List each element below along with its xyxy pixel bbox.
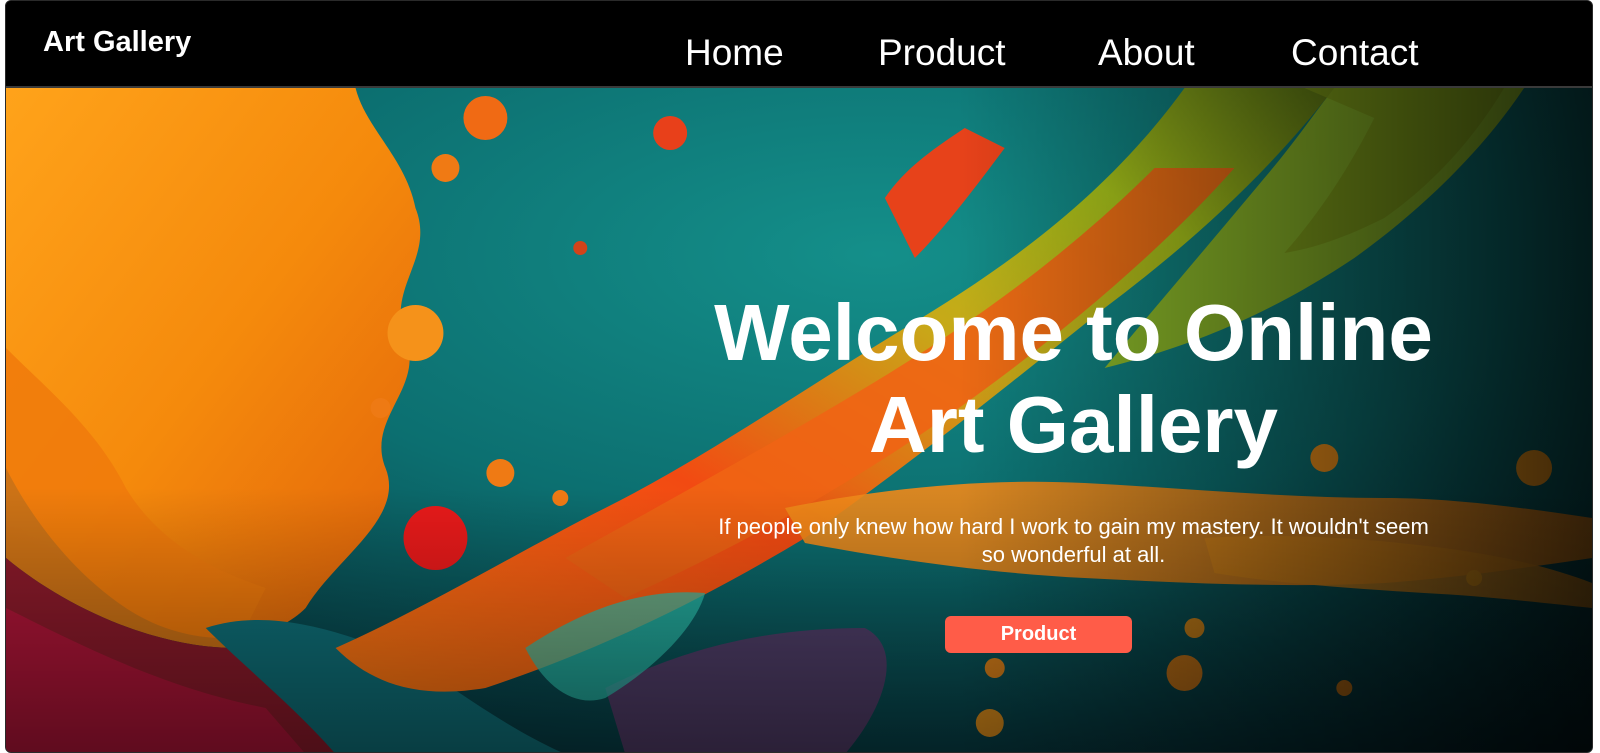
hero-title: Welcome to Online Art Gallery [714, 288, 1433, 469]
nav-link-about[interactable]: About [1098, 31, 1195, 75]
main-navigation: Home Product About Contact [6, 31, 1592, 75]
nav-link-home[interactable]: Home [685, 31, 784, 75]
top-navbar: Art Gallery Home Product About Contact [6, 1, 1592, 88]
nav-link-contact[interactable]: Contact [1291, 31, 1419, 75]
product-button[interactable]: Product [945, 616, 1132, 653]
hero-content: Welcome to Online Art Gallery If people … [711, 287, 1436, 653]
hero-subtitle: If people only knew how hard I work to g… [718, 514, 1429, 567]
hero-section: Welcome to Online Art Gallery If people … [6, 88, 1592, 752]
nav-link-product[interactable]: Product [878, 31, 1006, 75]
browser-viewport: Art Gallery Home Product About Contact W… [5, 0, 1593, 753]
